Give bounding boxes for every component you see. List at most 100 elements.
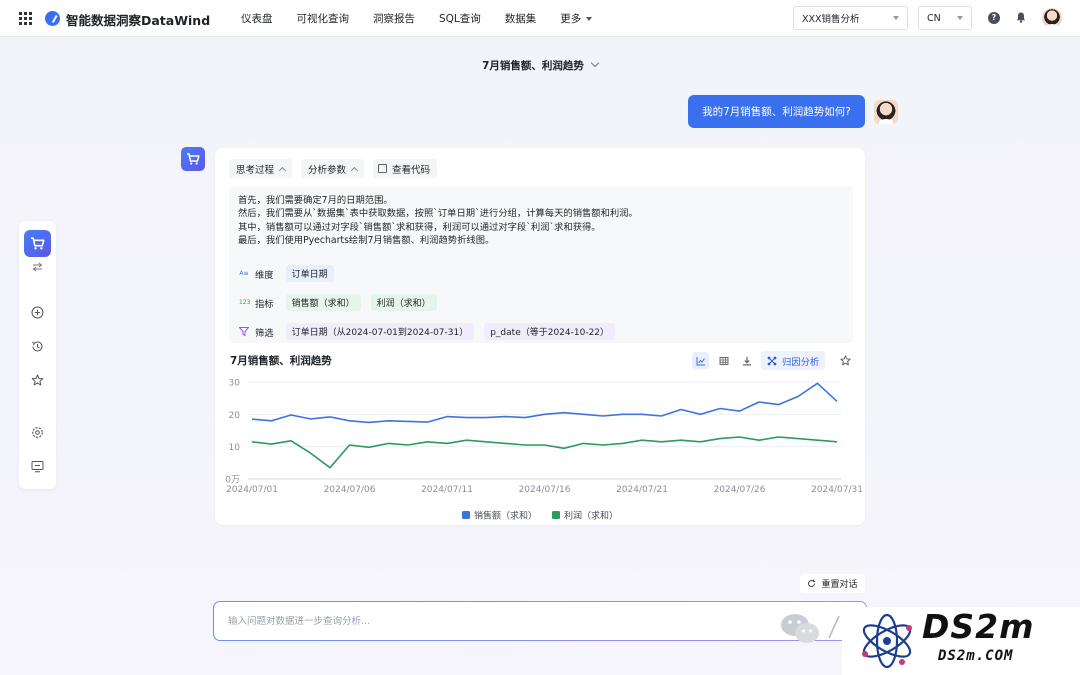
metric-chip[interactable]: 利润（求和） bbox=[370, 294, 437, 311]
param-metric-row: 123 指标 销售额（求和） 利润（求和） bbox=[239, 294, 447, 311]
chevron-down-icon bbox=[893, 16, 899, 20]
y-tick-label: 10 bbox=[229, 443, 241, 453]
tab-view-code[interactable]: 查看代码 bbox=[373, 159, 438, 178]
filter-chip[interactable]: 订单日期（从2024-07-01到2024-07-31） bbox=[285, 323, 475, 340]
main-nav: 仪表盘 可视化查询 洞察报告 SQL查询 数据集 更多 bbox=[241, 11, 616, 26]
nav-dataset[interactable]: 数据集 bbox=[505, 11, 537, 26]
x-tick-label: 2024/07/11 bbox=[421, 485, 473, 495]
language-select[interactable]: CN bbox=[918, 6, 972, 30]
metric-chip[interactable]: 销售额（求和） bbox=[285, 294, 361, 311]
attribution-icon bbox=[767, 356, 777, 365]
dataset-select-value: XXX销售分析 bbox=[802, 14, 860, 25]
nav-sql-query[interactable]: SQL查询 bbox=[439, 11, 481, 26]
download-button[interactable] bbox=[738, 352, 755, 369]
history-icon[interactable] bbox=[31, 340, 44, 353]
tab-thinking[interactable]: 思考过程 bbox=[229, 159, 293, 178]
shopping-cart-icon bbox=[187, 153, 200, 165]
send-icon[interactable] bbox=[826, 612, 842, 642]
y-tick-label: 0万 bbox=[225, 476, 240, 486]
favorite-button[interactable] bbox=[837, 352, 854, 369]
table-view-button[interactable] bbox=[715, 352, 732, 369]
chevron-down-icon bbox=[590, 58, 600, 68]
bell-icon[interactable] bbox=[1016, 12, 1026, 23]
tab-params[interactable]: 分析参数 bbox=[301, 159, 365, 178]
shopping-cart-icon bbox=[31, 237, 45, 250]
x-tick-label: 2024/07/01 bbox=[226, 485, 278, 495]
dataset-select[interactable]: XXX销售分析 bbox=[793, 6, 908, 30]
series-line-1 bbox=[251, 436, 838, 469]
question-input[interactable] bbox=[228, 615, 748, 627]
watermark-small-text: DS2m.COM bbox=[938, 648, 1014, 664]
nav-more[interactable]: 更多 bbox=[560, 11, 593, 26]
reasoning-line: 最后，我们使用Pyecharts绘制7月销售额、利润趋势折线图。 bbox=[238, 235, 495, 247]
reasoning-line: 其中，销售额可以通过对字段`销售额`求和获得，利润可以通过对字段`利润`求和获得… bbox=[238, 221, 601, 233]
attribution-label: 归因分析 bbox=[782, 356, 820, 368]
filter-chip[interactable]: p_date（等于2024-10-22） bbox=[484, 323, 616, 340]
watermark-big-text: DS2m bbox=[922, 607, 1035, 646]
x-tick-label: 2024/07/06 bbox=[324, 485, 376, 495]
x-tick-label: 2024/07/26 bbox=[714, 485, 766, 495]
chart-toolbar: 归因分析 bbox=[692, 351, 860, 370]
line-chart-icon bbox=[696, 356, 705, 365]
chevron-up-icon bbox=[350, 166, 359, 174]
app-grid-icon[interactable] bbox=[19, 12, 32, 25]
chevron-down-icon bbox=[957, 16, 963, 20]
table-icon bbox=[719, 356, 728, 365]
star-icon[interactable] bbox=[31, 374, 44, 387]
user-avatar[interactable] bbox=[1042, 8, 1062, 28]
param-dimension-row: A≡ 维度 订单日期 bbox=[239, 265, 344, 282]
code-icon bbox=[378, 164, 388, 173]
x-tick-label: 2024/07/21 bbox=[616, 485, 668, 495]
refresh-icon bbox=[808, 579, 816, 587]
conversation-title[interactable]: 7月销售额、利润趋势 bbox=[0, 58, 1080, 73]
sidebar-item-assistant[interactable] bbox=[24, 230, 51, 257]
app-title: 智能数据洞察DataWind bbox=[66, 13, 211, 28]
filter-icon bbox=[239, 327, 249, 336]
metric-icon: 123 bbox=[239, 299, 251, 306]
x-tick-label: 2024/07/16 bbox=[519, 485, 571, 495]
y-tick-label: 30 bbox=[229, 379, 241, 389]
reset-conversation-button[interactable]: 重置对话 bbox=[800, 574, 865, 593]
user-message-avatar bbox=[874, 100, 898, 124]
param-filter-row: 筛选 订单日期（从2024-07-01到2024-07-31） p_date（等… bbox=[239, 323, 625, 340]
answer-tabs: 思考过程 分析参数 查看代码 bbox=[229, 159, 446, 178]
line-chart-button[interactable] bbox=[692, 352, 709, 369]
new-chat-icon[interactable] bbox=[31, 306, 44, 319]
nav-more-label: 更多 bbox=[560, 13, 582, 25]
star-icon bbox=[840, 355, 851, 366]
assistant-avatar bbox=[181, 147, 205, 171]
reasoning-panel: 首先，我们需要确定7月的日期范围。 然后，我们需要从`数据集`表中获取数据，按照… bbox=[229, 186, 853, 343]
wechat-icon bbox=[781, 614, 819, 643]
reset-conversation-label: 重置对话 bbox=[821, 580, 858, 590]
line-chart: 0万 10 20 30 2024/07/01 2024/07/06 2024/07/11 20… bbox=[225, 379, 863, 522]
watermark: DS2m DS2m.COM bbox=[842, 607, 1080, 675]
datawind-logo-icon bbox=[45, 11, 60, 26]
x-tick-label: 2024/07/31 bbox=[811, 485, 863, 495]
legend-swatch bbox=[462, 511, 470, 519]
reasoning-line: 然后，我们需要从`数据集`表中获取数据，按照`订单日期`进行分组，计算每天的销售… bbox=[238, 208, 638, 220]
language-select-value: CN bbox=[927, 12, 941, 24]
settings-icon[interactable] bbox=[31, 426, 44, 439]
atom-logo-icon bbox=[862, 613, 912, 669]
switch-icon[interactable] bbox=[32, 262, 43, 272]
top-bar: 智能数据洞察DataWind 仪表盘 可视化查询 洞察报告 SQL查询 数据集 … bbox=[0, 0, 1080, 37]
dimension-icon: A≡ bbox=[239, 270, 249, 277]
help-icon[interactable]: ? bbox=[988, 12, 1000, 24]
download-icon bbox=[742, 356, 751, 365]
attribution-analysis-button[interactable]: 归因分析 bbox=[761, 351, 826, 370]
chevron-down-icon bbox=[586, 17, 593, 21]
question-input-wrapper bbox=[213, 601, 867, 641]
nav-visual-query[interactable]: 可视化查询 bbox=[297, 11, 350, 26]
conversation-title-text: 7月销售额、利润趋势 bbox=[482, 60, 584, 72]
tab-params-label: 分析参数 bbox=[308, 164, 347, 176]
side-rail bbox=[19, 221, 56, 489]
nav-dashboard[interactable]: 仪表盘 bbox=[241, 11, 273, 26]
legend-label: 利润（求和） bbox=[564, 510, 618, 522]
screen-icon[interactable] bbox=[31, 460, 44, 473]
series-line-0 bbox=[251, 382, 838, 424]
y-tick-label: 20 bbox=[229, 411, 241, 421]
legend-label: 销售额（求和） bbox=[474, 510, 537, 522]
nav-insight-report[interactable]: 洞察报告 bbox=[373, 11, 415, 26]
param-metric-label: 指标 bbox=[255, 298, 274, 310]
dimension-chip[interactable]: 订单日期 bbox=[285, 265, 334, 282]
